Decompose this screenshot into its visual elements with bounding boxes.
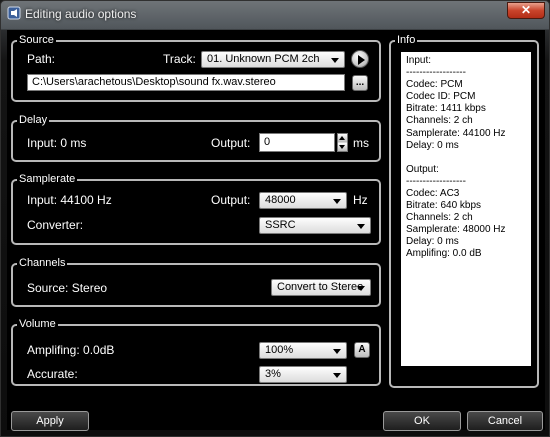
- samplerate-group: Samplerate Input: 44100 Hz Output: 48000…: [11, 173, 381, 245]
- window-title: Editing audio options: [25, 7, 137, 21]
- channels-legend: Channels: [17, 257, 68, 270]
- browse-button[interactable]: ...: [352, 75, 368, 91]
- samplerate-output-select[interactable]: 48000: [259, 192, 347, 209]
- delay-output-label: Output:: [211, 136, 251, 150]
- volume-group: Volume Amplifing: 0.0dB 100% A Accurate:…: [11, 318, 381, 386]
- delay-input-label: Input: 0 ms: [27, 136, 87, 150]
- track-select-value: 01. Unknown PCM 2ch: [207, 53, 320, 65]
- chevron-down-icon: [331, 58, 339, 63]
- source-legend: Source: [17, 34, 56, 47]
- info-line: Samplerate: 44100 Hz: [406, 127, 506, 139]
- accurate-label: Accurate:: [27, 367, 78, 381]
- spin-down-icon[interactable]: [338, 143, 347, 151]
- source-group: Source Path: Track: 01. Unknown PCM 2ch …: [11, 34, 381, 102]
- info-line: Samplerate: 48000 Hz: [406, 224, 506, 236]
- channels-convert-value: Convert to Stereo: [277, 281, 364, 293]
- info-legend: Info: [395, 34, 418, 47]
- channels-source-label: Source: Stereo: [27, 281, 108, 295]
- play-icon: [358, 55, 365, 65]
- chevron-down-icon: [357, 286, 365, 291]
- delay-legend: Delay: [17, 114, 50, 127]
- track-select[interactable]: 01. Unknown PCM 2ch: [201, 51, 345, 68]
- converter-value: SSRC: [265, 219, 296, 231]
- chevron-down-icon: [333, 199, 341, 204]
- delay-unit: ms: [353, 136, 369, 150]
- auto-amplify-button[interactable]: A: [354, 342, 370, 358]
- accurate-value: 3%: [265, 368, 281, 380]
- chevron-down-icon: [333, 349, 341, 354]
- info-line: Output:: [406, 163, 439, 175]
- samplerate-input-label: Input: 44100 Hz: [27, 193, 112, 207]
- ok-button[interactable]: OK: [383, 411, 461, 431]
- info-line: Amplifing: 0.0 dB: [406, 248, 482, 260]
- info-line: Bitrate: 1411 kbps: [406, 103, 486, 115]
- accurate-select[interactable]: 3%: [259, 366, 347, 383]
- samplerate-unit: Hz: [353, 193, 368, 207]
- info-line: Input:: [406, 55, 432, 66]
- converter-label: Converter:: [27, 218, 84, 232]
- info-line: Codec: AC3: [406, 187, 460, 199]
- info-line: Delay: 0 ms: [406, 236, 459, 248]
- path-input[interactable]: C:\Users\arachetous\Desktop\sound fx.wav…: [27, 74, 345, 91]
- converter-select[interactable]: SSRC: [259, 217, 371, 234]
- info-line: Bitrate: 640 kbps: [406, 200, 482, 212]
- close-button[interactable]: ✕: [507, 2, 545, 19]
- channels-convert-select[interactable]: Convert to Stereo: [271, 279, 371, 296]
- app-icon: [7, 6, 21, 20]
- info-line: Channels: 2 ch: [406, 212, 473, 224]
- samplerate-legend: Samplerate: [17, 173, 78, 186]
- channels-group: Channels Source: Stereo Convert to Stere…: [11, 257, 381, 307]
- samplerate-output-value: 48000: [265, 194, 296, 206]
- delay-group: Delay Input: 0 ms Output: 0 ms: [11, 114, 381, 162]
- delay-spinner[interactable]: [337, 133, 348, 152]
- samplerate-output-label: Output:: [211, 193, 251, 207]
- dialog-window: Editing audio options ✕ Source Path: Tra…: [0, 0, 550, 437]
- play-button[interactable]: [351, 50, 369, 68]
- cancel-button[interactable]: Cancel: [467, 411, 543, 431]
- path-label: Path:: [27, 52, 56, 66]
- chevron-down-icon: [333, 373, 341, 378]
- apply-button[interactable]: Apply: [11, 411, 89, 431]
- info-line: ------------------: [406, 175, 466, 187]
- amplifing-label: Amplifing: 0.0dB: [27, 343, 115, 357]
- info-line: ------------------: [406, 67, 466, 79]
- delay-output-input[interactable]: 0: [259, 133, 335, 152]
- amplifing-value: 100%: [265, 344, 294, 356]
- info-line: Delay: 0 ms: [406, 139, 459, 151]
- info-group: Info Input: ------------------ Codec: PC…: [389, 34, 539, 388]
- track-label: Track:: [163, 52, 196, 66]
- info-line: Codec: PCM: [406, 79, 463, 91]
- spin-up-icon[interactable]: [338, 134, 347, 142]
- volume-legend: Volume: [17, 318, 58, 331]
- info-textbox[interactable]: Input: ------------------ Codec: PCM Cod…: [401, 52, 531, 366]
- info-line: [406, 152, 526, 164]
- title-bar[interactable]: Editing audio options ✕: [1, 1, 550, 27]
- amplifing-select[interactable]: 100%: [259, 342, 347, 359]
- chevron-down-icon: [357, 224, 365, 229]
- info-line: Channels: 2 ch: [406, 115, 473, 127]
- close-icon: ✕: [520, 3, 532, 17]
- dialog-client: Source Path: Track: 01. Unknown PCM 2ch …: [7, 30, 545, 431]
- info-line: Codec ID: PCM: [406, 91, 476, 103]
